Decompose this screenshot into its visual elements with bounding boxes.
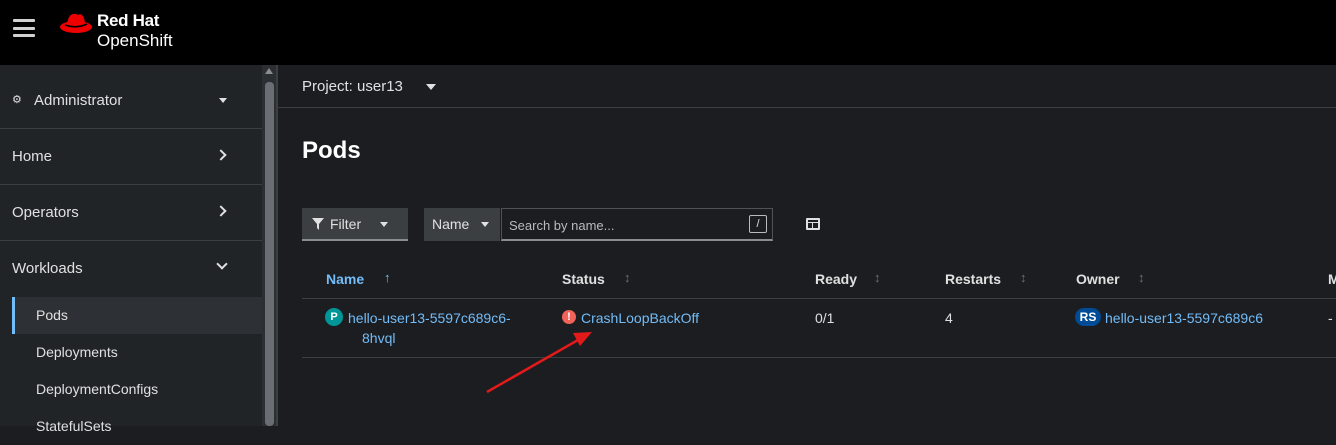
- annotation-arrow: [486, 332, 592, 394]
